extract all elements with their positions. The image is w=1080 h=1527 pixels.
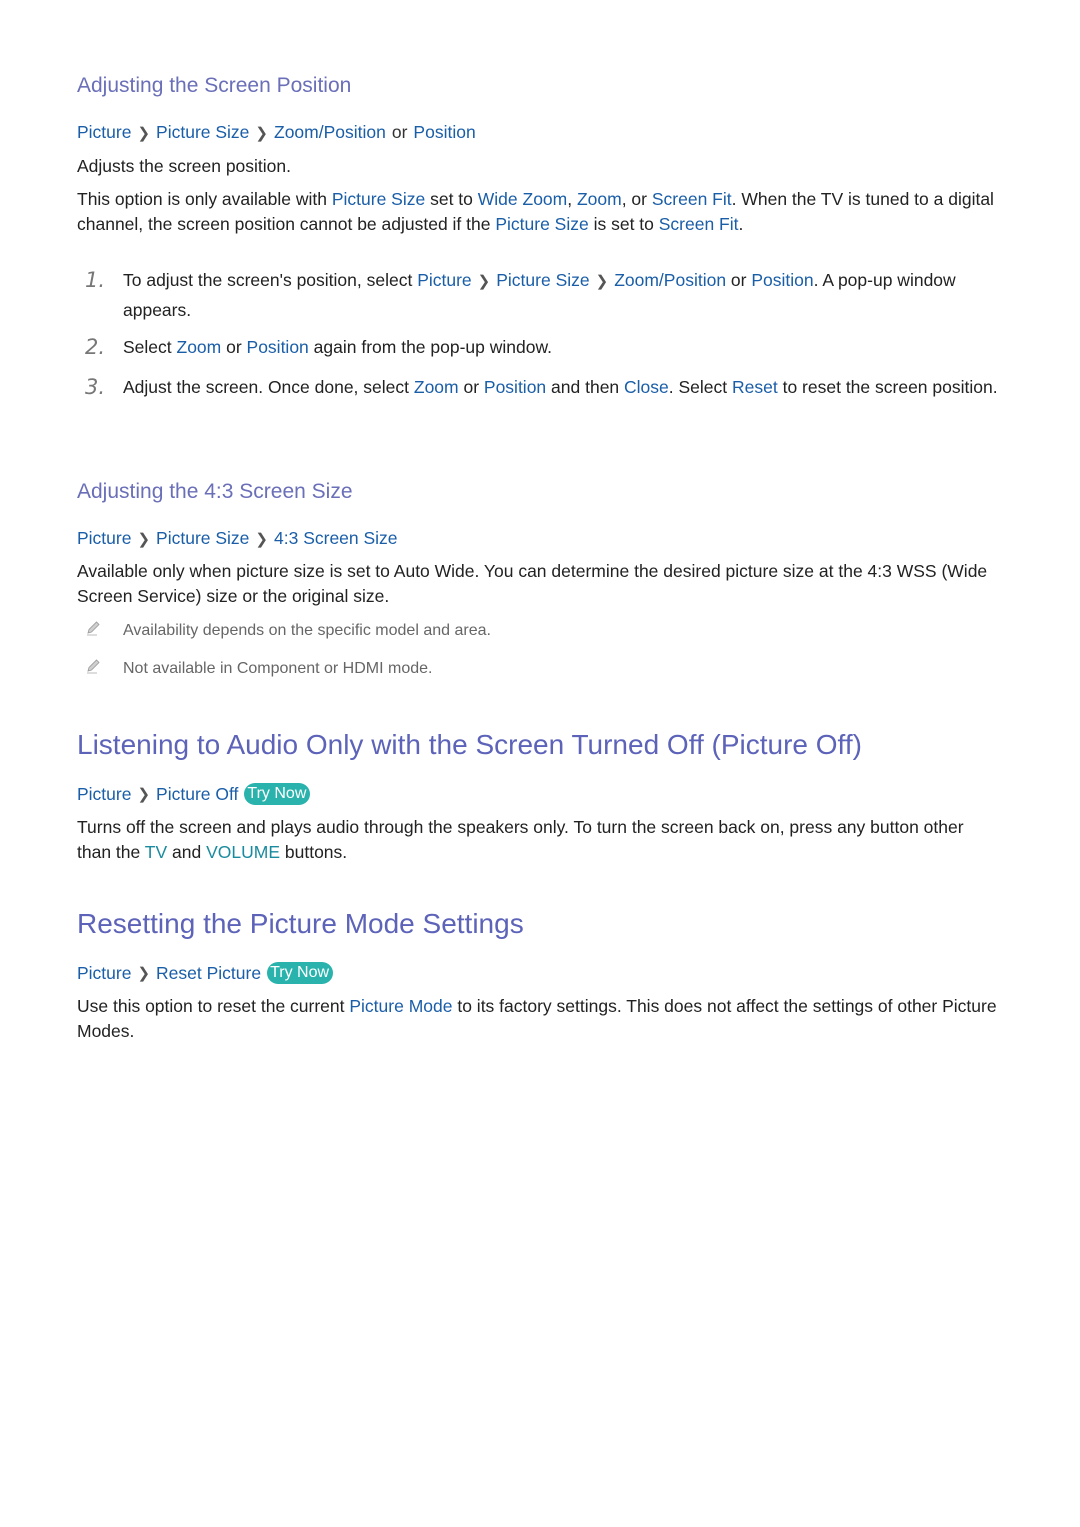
step-text: Adjust the screen. Once done, select Zoo…: [123, 373, 1002, 401]
path-item[interactable]: Picture: [77, 963, 131, 984]
intro-text: Adjusts the screen position.: [77, 156, 292, 176]
text: buttons.: [280, 842, 348, 862]
text: or: [458, 377, 484, 397]
text: or: [726, 270, 752, 290]
link-picture[interactable]: Picture: [417, 270, 471, 290]
text: and: [167, 842, 207, 862]
menu-path-43-screen-size: Picture ❯ Picture Size ❯ 4:3 Screen Size: [77, 528, 398, 549]
note-text: Availability depends on the specific mod…: [123, 622, 491, 639]
note-text: Not available in Component or HDMI mode.: [123, 660, 433, 677]
text: to reset the screen position.: [777, 377, 998, 397]
link-screen-fit[interactable]: Screen Fit: [659, 214, 739, 234]
path-item[interactable]: Picture: [77, 784, 131, 805]
section-heading-43-screen-size: Adjusting the 4:3 Screen Size: [77, 480, 353, 503]
menu-path-screen-position: Picture ❯ Picture Size ❯ Zoom/Position o…: [77, 122, 476, 143]
section-heading-screen-position: Adjusting the Screen Position: [77, 74, 352, 97]
volume-button-label: VOLUME: [206, 842, 281, 862]
chevron-right-icon: ❯: [255, 124, 268, 142]
path-item[interactable]: Picture Size: [156, 528, 249, 549]
link-zoom[interactable]: Zoom: [414, 377, 459, 397]
step-item: 1. To adjust the screen's position, sele…: [77, 266, 1002, 324]
text: This option is only available with: [77, 189, 332, 209]
chevron-right-icon: ❯: [137, 786, 151, 803]
text: Select: [123, 337, 177, 357]
chevron-right-icon: ❯: [137, 124, 151, 142]
step-text: Select Zoom or Position again from the p…: [123, 333, 1002, 361]
path-or-text: or: [391, 122, 408, 142]
link-screen-fit[interactable]: Screen Fit: [652, 189, 732, 209]
link-close[interactable]: Close: [624, 377, 669, 397]
tv-button-label: TV: [144, 842, 168, 862]
link-picture-size[interactable]: Picture Size: [496, 270, 589, 290]
link-reset[interactable]: Reset: [732, 377, 778, 397]
menu-path-reset-picture: Picture ❯ Reset Picture Try Now: [77, 962, 334, 984]
note-item: Not available in Component or HDMI mode.: [77, 659, 433, 678]
text: To adjust the screen's position, select: [123, 270, 418, 290]
step-number: 3.: [85, 375, 106, 399]
text: is set to: [588, 214, 659, 234]
section-heading-reset-picture: Resetting the Picture Mode Settings: [77, 908, 524, 939]
link-picture-mode[interactable]: Picture Mode: [349, 996, 452, 1016]
try-now-button[interactable]: Try Now: [244, 783, 311, 805]
step-item: 2. Select Zoom or Position again from th…: [77, 333, 1002, 361]
text: , or: [621, 189, 652, 209]
picture-off-paragraph: Turns off the screen and plays audio thr…: [77, 815, 1002, 865]
availability-paragraph: This option is only available with Pictu…: [77, 187, 1002, 237]
text: again from the pop-up window.: [308, 337, 553, 357]
chevron-right-icon: ❯: [137, 965, 151, 982]
text: set to: [425, 189, 478, 209]
text: ,: [567, 189, 577, 209]
step-number: 2.: [85, 335, 106, 359]
chevron-right-icon: ❯: [255, 530, 268, 548]
link-zoom[interactable]: Zoom: [577, 189, 622, 209]
path-item[interactable]: Picture: [77, 122, 131, 143]
step-item: 3. Adjust the screen. Once done, select …: [77, 373, 1002, 401]
pencil-note-icon: [87, 621, 100, 636]
reset-picture-paragraph: Use this option to reset the current Pic…: [77, 994, 1002, 1044]
link-picture-size[interactable]: Picture Size: [332, 189, 425, 209]
text: .: [738, 214, 744, 234]
link-position[interactable]: Position: [484, 377, 546, 397]
link-position[interactable]: Position: [247, 337, 309, 357]
text: or: [221, 337, 247, 357]
try-now-button[interactable]: Try Now: [267, 962, 334, 984]
link-zoom-position[interactable]: Zoom/Position: [614, 270, 726, 290]
path-item[interactable]: Position: [413, 122, 475, 143]
text: . Select: [668, 377, 733, 397]
path-item[interactable]: Picture Off: [156, 784, 238, 805]
section-heading-picture-off: Listening to Audio Only with the Screen …: [77, 729, 862, 760]
path-item[interactable]: Picture: [77, 528, 131, 549]
chevron-right-icon: ❯: [595, 273, 609, 290]
text: Use this option to reset the current: [77, 996, 350, 1016]
path-item[interactable]: Zoom/Position: [274, 122, 386, 143]
link-position[interactable]: Position: [751, 270, 813, 290]
text: Adjust the screen. Once done, select: [123, 377, 414, 397]
link-zoom[interactable]: Zoom: [177, 337, 222, 357]
step-number: 1.: [85, 268, 106, 292]
path-item[interactable]: Reset Picture: [156, 963, 261, 984]
text: and then: [546, 377, 625, 397]
link-picture-size[interactable]: Picture Size: [495, 214, 588, 234]
chevron-right-icon: ❯: [137, 530, 151, 548]
43-screen-size-paragraph: Available only when picture size is set …: [77, 561, 988, 606]
step-text: To adjust the screen's position, select …: [123, 266, 1002, 324]
chevron-right-icon: ❯: [477, 273, 491, 290]
path-item[interactable]: 4:3 Screen Size: [274, 528, 398, 549]
pencil-note-icon: [87, 659, 100, 674]
path-item[interactable]: Picture Size: [156, 122, 249, 143]
note-item: Availability depends on the specific mod…: [77, 621, 491, 640]
menu-path-picture-off: Picture ❯ Picture Off Try Now: [77, 783, 311, 805]
link-wide-zoom[interactable]: Wide Zoom: [478, 189, 567, 209]
